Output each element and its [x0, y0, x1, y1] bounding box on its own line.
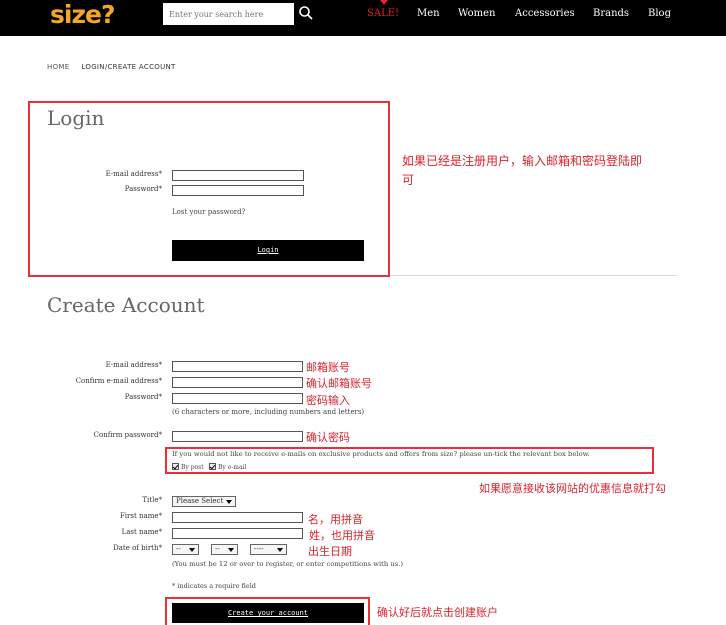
dob-annotation: 出生日期: [308, 545, 352, 558]
first-name-input[interactable]: [172, 512, 303, 523]
first-name-label: First name*: [119, 512, 162, 520]
password-annotation: 密码输入: [306, 394, 350, 407]
dob-day-select[interactable]: --: [172, 544, 199, 555]
dob-month-value: --: [215, 545, 220, 553]
dob-label: Date of birth*: [113, 544, 162, 552]
breadcrumb-home[interactable]: HOME: [47, 63, 69, 71]
last-name-label: Last name*: [121, 528, 162, 536]
dob-day-value: --: [176, 545, 181, 553]
email-annotation: 邮箱账号: [306, 361, 350, 374]
confirm-email-label: Confirm e-mail address*: [75, 377, 162, 385]
submit-annotation: 确认好后就点击创建账户: [377, 606, 498, 619]
nav-blog[interactable]: Blog: [648, 8, 671, 19]
last-name-annotation: 姓，也用拼音: [309, 529, 375, 542]
title-select[interactable]: Please Select: [172, 496, 236, 507]
create-email-input[interactable]: [172, 361, 303, 372]
confirm-email-annotation: 确认邮箱账号: [306, 377, 372, 390]
site-logo[interactable]: size?: [50, 2, 115, 28]
confirm-email-input[interactable]: [172, 377, 303, 388]
dob-year-chevron-down-icon: [277, 548, 283, 552]
breadcrumb: HOME LOGIN/CREATE ACCOUNT: [47, 63, 176, 71]
login-annotation-line2: 可: [402, 173, 415, 187]
dob-day-chevron-down-icon: [189, 548, 195, 552]
confirm-password-input[interactable]: [172, 431, 303, 442]
nav-accessories[interactable]: Accessories: [515, 8, 575, 19]
nav-sale[interactable]: SALE!: [367, 8, 399, 19]
create-email-label: E-mail address*: [105, 361, 162, 369]
create-account-heading: Create Account: [47, 293, 205, 317]
nav-men[interactable]: Men: [417, 8, 440, 19]
dob-month-select[interactable]: --: [211, 544, 238, 555]
title-select-chevron-down-icon: [226, 500, 232, 504]
dob-year-value: ----: [254, 545, 264, 553]
search-input[interactable]: Enter your search here: [163, 3, 294, 25]
confirm-password-annotation: 确认密码: [306, 431, 350, 444]
login-annotation-line1: 如果已经是注册用户，输入邮箱和密码登陆即: [402, 154, 643, 168]
title-label: Title*: [142, 496, 162, 504]
optin-highlight-box: [165, 447, 654, 474]
dob-year-select[interactable]: ----: [250, 544, 287, 555]
optin-annotation: 如果愿意接收该网站的优惠信息就打勾: [479, 482, 666, 495]
first-name-annotation: 名，用拼音: [308, 513, 363, 526]
sale-pointer-icon: [380, 0, 388, 5]
login-highlight-box: [28, 101, 390, 277]
login-annotation: 如果已经是注册用户，输入邮箱和密码登陆即 可: [402, 152, 642, 190]
search-icon[interactable]: [298, 4, 314, 22]
create-password-label: Password*: [124, 393, 162, 401]
title-select-value: Please Select: [176, 497, 224, 505]
age-note: (You must be 12 or over to register, or …: [172, 560, 404, 568]
site-header: size? Enter your search here SALE! Men W…: [0, 0, 726, 36]
breadcrumb-current: LOGIN/CREATE ACCOUNT: [81, 63, 176, 71]
submit-highlight-box: [165, 597, 370, 625]
nav-brands[interactable]: Brands: [593, 8, 629, 19]
password-hint: (6 characters or more, including numbers…: [172, 408, 365, 416]
nav-women[interactable]: Women: [458, 8, 495, 19]
create-password-input[interactable]: [172, 393, 303, 404]
required-note: * indicates a require field: [172, 582, 256, 590]
dob-month-chevron-down-icon: [228, 548, 234, 552]
last-name-input[interactable]: [172, 528, 303, 539]
confirm-password-label: Confirm password*: [93, 431, 162, 439]
